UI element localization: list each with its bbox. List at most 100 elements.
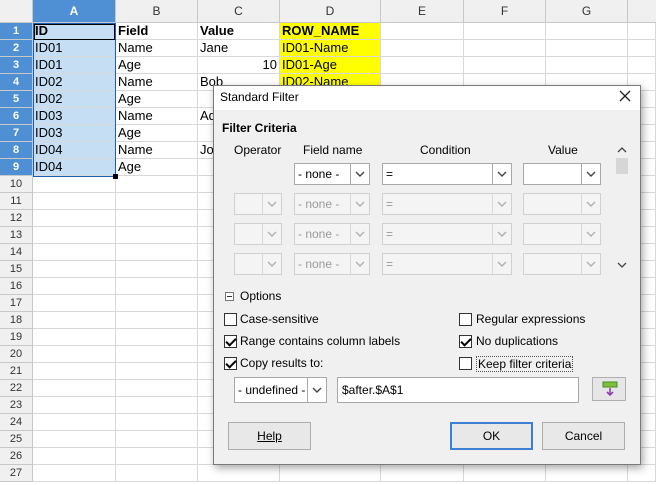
cell-f27[interactable] [464,465,546,482]
cell-f3[interactable] [464,57,546,74]
row-header-7[interactable]: 7 [0,125,33,142]
cell-a25[interactable] [33,431,116,448]
copy-target-select[interactable]: - undefined - [234,377,327,403]
cell-a5[interactable]: ID02 [33,91,116,108]
row-header-11[interactable]: 11 [0,193,33,210]
cell-b16[interactable] [116,278,198,295]
cell-a12[interactable] [33,210,116,227]
cell-a6[interactable]: ID03 [33,108,116,125]
cell-b8[interactable]: Name [116,142,198,159]
keep-criteria-checkbox[interactable] [459,357,472,370]
cell-a17[interactable] [33,295,116,312]
condition-select-2[interactable]: = [382,193,512,215]
no-duplications-label[interactable]: No duplications [476,334,558,348]
row-header-12[interactable]: 12 [0,210,33,227]
cell-b26[interactable] [116,448,198,465]
row-header-19[interactable]: 19 [0,329,33,346]
copy-target-input[interactable]: $after.$A$1 [337,377,579,403]
cell-d3[interactable]: ID01-Age [280,57,381,74]
row-header-16[interactable]: 16 [0,278,33,295]
cell-b7[interactable]: Age [116,125,198,142]
cell-c3[interactable]: 10 [198,57,280,74]
shrink-dialog-button[interactable] [592,377,626,401]
cell-a23[interactable] [33,397,116,414]
help-button[interactable]: Help [228,422,311,450]
cell-a19[interactable] [33,329,116,346]
cell-b22[interactable] [116,380,198,397]
cell-e27[interactable] [381,465,464,482]
collapse-options-icon[interactable] [225,292,234,301]
cell-h2[interactable] [628,40,656,57]
cell-d27[interactable] [280,465,381,482]
cell-c2[interactable]: Jane [198,40,280,57]
column-header-d[interactable]: D [280,0,381,23]
cell-b19[interactable] [116,329,198,346]
cell-b6[interactable]: Name [116,108,198,125]
operator-select-3[interactable] [234,223,282,245]
value-select-4[interactable] [523,253,601,275]
row-header-22[interactable]: 22 [0,380,33,397]
cell-e1[interactable] [381,23,464,40]
row-header-15[interactable]: 15 [0,261,33,278]
cell-b5[interactable]: Age [116,91,198,108]
cancel-button[interactable]: Cancel [542,422,625,450]
row-header-8[interactable]: 8 [0,142,33,159]
cell-a22[interactable] [33,380,116,397]
cell-a14[interactable] [33,244,116,261]
condition-select-1[interactable]: = [382,163,512,185]
cell-a27[interactable] [33,465,116,482]
column-header-c[interactable]: C [198,0,280,23]
field-name-select-2[interactable]: - none - [294,193,370,215]
cell-a18[interactable] [33,312,116,329]
column-header-f[interactable]: F [464,0,546,23]
cell-a4[interactable]: ID02 [33,74,116,91]
cell-a26[interactable] [33,448,116,465]
cell-b13[interactable] [116,227,198,244]
cell-h1[interactable] [628,23,656,40]
row-header-27[interactable]: 27 [0,465,33,482]
row-header-25[interactable]: 25 [0,431,33,448]
cell-b15[interactable] [116,261,198,278]
cell-h3[interactable] [628,57,656,74]
cell-b9[interactable]: Age [116,159,198,176]
value-select-2[interactable] [523,193,601,215]
case-sensitive-checkbox[interactable] [224,313,237,326]
cell-g27[interactable] [546,465,628,482]
cell-a9[interactable]: ID04 [33,159,116,176]
row-header-5[interactable]: 5 [0,91,33,108]
cell-h27[interactable] [628,465,656,482]
copy-results-checkbox[interactable] [224,357,237,370]
operator-select-2[interactable] [234,193,282,215]
cell-a8[interactable]: ID04 [33,142,116,159]
cell-a7[interactable]: ID03 [33,125,116,142]
autofill-handle[interactable] [113,174,118,179]
cell-a2[interactable]: ID01 [33,40,116,57]
row-header-13[interactable]: 13 [0,227,33,244]
column-header-h[interactable] [628,0,656,23]
cell-b20[interactable] [116,346,198,363]
cell-f1[interactable] [464,23,546,40]
field-name-select-3[interactable]: - none - [294,223,370,245]
row-header-9[interactable]: 9 [0,159,33,176]
cell-b21[interactable] [116,363,198,380]
operator-select-4[interactable] [234,253,282,275]
row-header-21[interactable]: 21 [0,363,33,380]
row-header-24[interactable]: 24 [0,414,33,431]
scrollbar-thumb[interactable] [616,158,628,174]
cell-a24[interactable] [33,414,116,431]
cell-b24[interactable] [116,414,198,431]
cell-b4[interactable]: Name [116,74,198,91]
row-header-18[interactable]: 18 [0,312,33,329]
cell-g1[interactable] [546,23,628,40]
field-name-select-1[interactable]: - none - [294,163,370,185]
cell-a13[interactable] [33,227,116,244]
cell-g3[interactable] [546,57,628,74]
copy-results-label[interactable]: Copy results to: [240,356,323,370]
options-expander-label[interactable]: Options [240,289,281,303]
row-header-6[interactable]: 6 [0,108,33,125]
cell-b12[interactable] [116,210,198,227]
cell-b17[interactable] [116,295,198,312]
cell-a21[interactable] [33,363,116,380]
cell-f2[interactable] [464,40,546,57]
row-header-20[interactable]: 20 [0,346,33,363]
